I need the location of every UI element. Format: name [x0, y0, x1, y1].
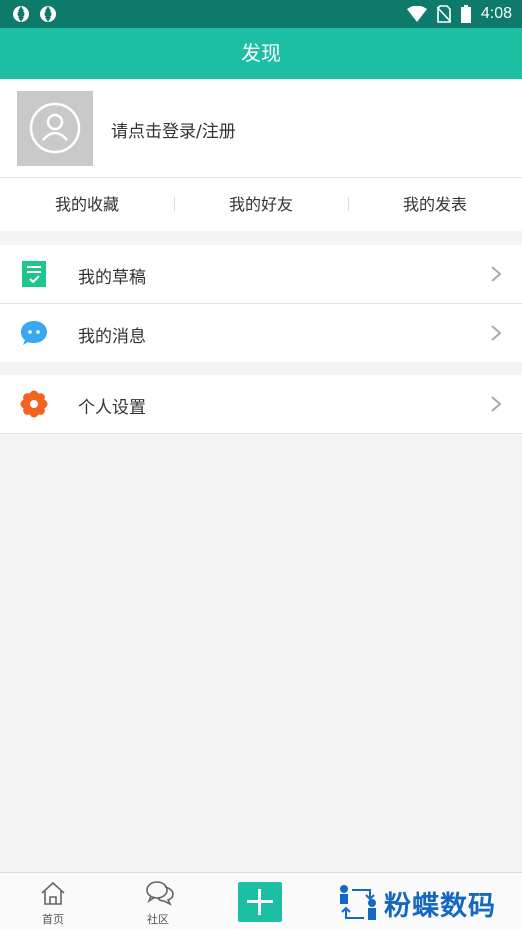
quick-links: 我的收藏 我的好友 我的发表 — [0, 178, 522, 231]
friends-link[interactable]: 我的好友 — [174, 178, 348, 231]
notification-icon — [13, 6, 29, 22]
watermark-text: 粉蝶数码 — [384, 890, 496, 922]
transfer-logo-icon — [340, 885, 376, 920]
watermark: 粉蝶数码 — [336, 883, 496, 923]
profile-section[interactable]: 请点击登录/注册 — [0, 79, 522, 178]
message-icon — [21, 321, 47, 345]
bottom-nav: 首页 社区 粉蝶数码 — [0, 872, 522, 929]
menu-item-settings[interactable]: 个人设置 — [0, 375, 522, 433]
menu-item-messages[interactable]: 我的消息 — [0, 304, 522, 362]
user-icon — [29, 102, 81, 154]
login-register-link[interactable]: 请点击登录/注册 — [111, 117, 236, 142]
menu-item-label: 个人设置 — [78, 398, 146, 418]
menu-item-label: 我的草稿 — [78, 268, 146, 288]
tab-label: 首页 — [42, 913, 64, 926]
notification-icon — [40, 6, 56, 22]
favorites-link[interactable]: 我的收藏 — [0, 178, 174, 231]
tab-label: 社区 — [147, 913, 169, 926]
system-icons: 4:08 — [406, 4, 512, 24]
notification-icons — [12, 5, 57, 23]
menu-item-label: 我的消息 — [78, 327, 146, 347]
home-icon — [41, 881, 65, 905]
avatar[interactable] — [17, 91, 93, 166]
chevron-right-icon — [491, 266, 502, 282]
battery-icon — [460, 5, 471, 23]
chevron-right-icon — [491, 325, 502, 341]
title-bar: 发现 — [0, 28, 522, 79]
status-time: 4:08 — [480, 5, 512, 22]
draft-icon — [22, 261, 46, 287]
chat-bubbles-icon — [146, 881, 174, 906]
tab-home[interactable]: 首页 — [1, 873, 105, 929]
tab-community[interactable]: 社区 — [106, 873, 210, 929]
posts-link[interactable]: 我的发表 — [348, 178, 522, 231]
add-post-button[interactable] — [238, 882, 282, 922]
page-title: 发现 — [241, 41, 281, 65]
menu-item-drafts[interactable]: 我的草稿 — [0, 245, 522, 303]
gear-icon — [20, 390, 48, 418]
divider — [0, 433, 522, 434]
status-bar: 4:08 — [0, 0, 522, 28]
no-sim-icon — [436, 5, 451, 23]
chevron-right-icon — [491, 396, 502, 412]
wifi-icon — [406, 6, 427, 22]
